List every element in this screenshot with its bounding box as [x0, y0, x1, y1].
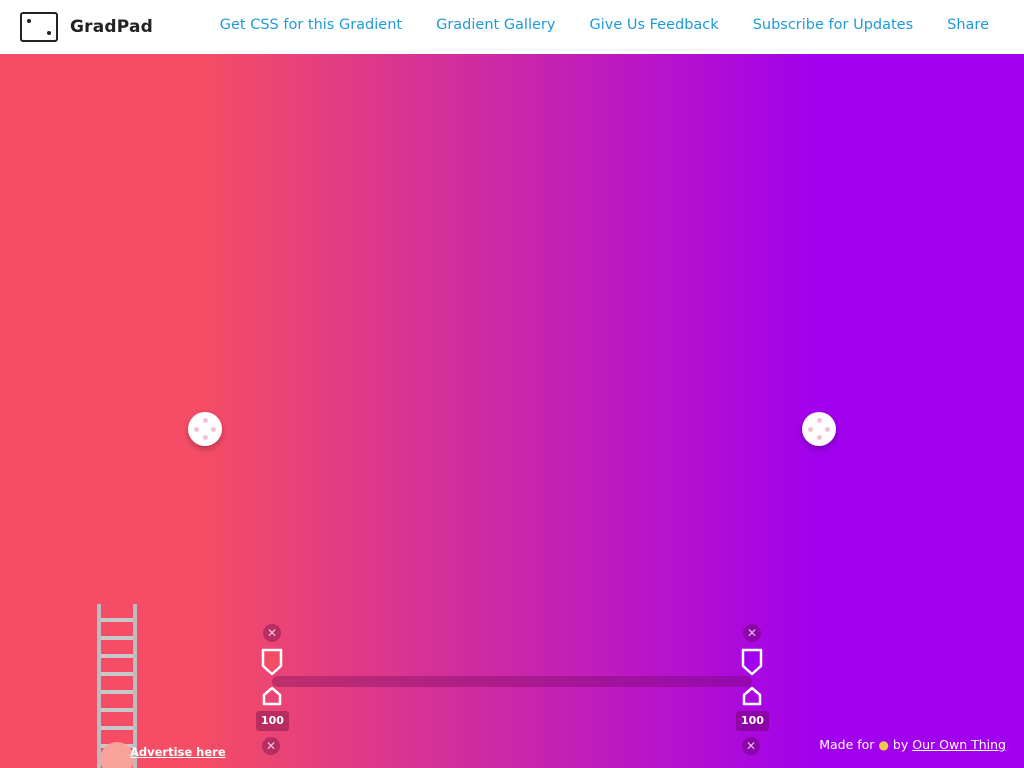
logo[interactable]: GradPad [20, 12, 153, 42]
gradient-end-handle[interactable] [802, 412, 836, 446]
ad-character [100, 742, 134, 768]
footer-credit: Made for ● by Our Own Thing [819, 737, 1006, 752]
gradient-start-handle[interactable] [188, 412, 222, 446]
opacity-marker-icon[interactable] [742, 686, 762, 706]
color-stop-track[interactable] [272, 676, 752, 687]
color-stop-marker-icon[interactable] [261, 648, 283, 676]
nav-gradient-gallery[interactable]: Gradient Gallery [436, 17, 555, 33]
nav-share[interactable]: Share [947, 17, 989, 33]
main-nav: Get CSS for this Gradient Gradient Galle… [186, 17, 989, 33]
our-own-thing-link[interactable]: Our Own Thing [912, 737, 1006, 752]
color-stop-marker-icon[interactable] [741, 648, 763, 676]
advertise-link[interactable]: Advertise here [130, 745, 226, 759]
remove-opacity-stop-2[interactable]: ✕ [742, 737, 760, 755]
remove-color-stop-2[interactable]: ✕ [743, 624, 761, 642]
opacity-value-2[interactable]: 100 [736, 711, 769, 731]
nav-feedback[interactable]: Give Us Feedback [589, 17, 718, 33]
logo-text: GradPad [70, 17, 154, 37]
top-header: GradPad Get CSS for this Gradient Gradie… [0, 0, 1024, 54]
made-for-text: Made for [819, 737, 875, 752]
remove-opacity-stop-1[interactable]: ✕ [262, 737, 280, 755]
gradpad-logo-icon [20, 12, 58, 42]
nav-get-css[interactable]: Get CSS for this Gradient [220, 17, 402, 33]
opacity-marker-icon[interactable] [262, 686, 282, 706]
opacity-value-1[interactable]: 100 [256, 711, 289, 731]
gradient-canvas[interactable] [0, 54, 1024, 768]
by-text: by [892, 737, 909, 752]
remove-color-stop-1[interactable]: ✕ [263, 624, 281, 642]
medal-icon: ● [878, 737, 889, 752]
nav-subscribe[interactable]: Subscribe for Updates [753, 17, 913, 33]
